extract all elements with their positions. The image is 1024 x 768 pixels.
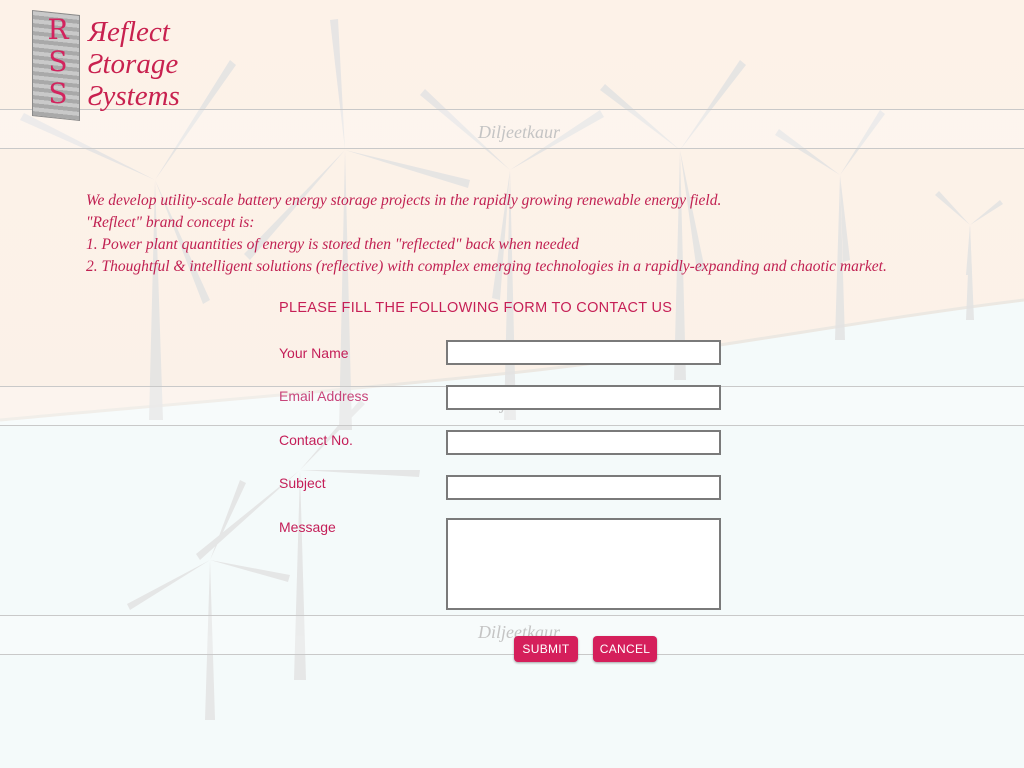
- intro-line: 1. Power plant quantities of energy is s…: [86, 236, 579, 253]
- contact-label: Contact No.: [279, 432, 353, 448]
- cancel-button[interactable]: CANCEL: [593, 636, 657, 662]
- watermark-text: Diljeetkaur: [478, 122, 560, 142]
- logo-letter: R: [47, 13, 69, 46]
- logo-wordmark: Яeflect Ƨtorage Ƨystems: [88, 16, 180, 112]
- logo-word: Ƨtorage: [88, 48, 179, 80]
- email-label: Email Address: [279, 388, 369, 404]
- email-input[interactable]: [446, 385, 721, 410]
- logo-letter: S: [48, 77, 68, 110]
- subject-input[interactable]: [446, 475, 721, 500]
- submit-button[interactable]: SUBMIT: [514, 636, 578, 662]
- logo-monogram: R S S: [46, 14, 70, 110]
- intro-line: 2. Thoughtful & intelligent solutions (r…: [86, 258, 887, 275]
- message-textarea[interactable]: [446, 518, 721, 610]
- form-heading: PLEASE FILL THE FOLLOWING FORM TO CONTAC…: [279, 300, 673, 316]
- contact-input[interactable]: [446, 430, 721, 455]
- logo-word: Ƨystems: [88, 80, 180, 112]
- logo-letter: S: [48, 45, 68, 78]
- subject-label: Subject: [279, 475, 326, 491]
- intro-line: We develop utility-scale battery energy …: [86, 192, 722, 209]
- name-input[interactable]: [446, 340, 721, 365]
- message-label: Message: [279, 519, 336, 535]
- name-label: Your Name: [279, 345, 349, 361]
- intro-text: We develop utility-scale battery energy …: [86, 190, 887, 278]
- rss-logo[interactable]: R S S Яeflect Ƨtorage Ƨystems: [32, 10, 212, 122]
- intro-line: "Reflect" brand concept is:: [86, 214, 255, 231]
- logo-word: Яeflect: [88, 16, 170, 48]
